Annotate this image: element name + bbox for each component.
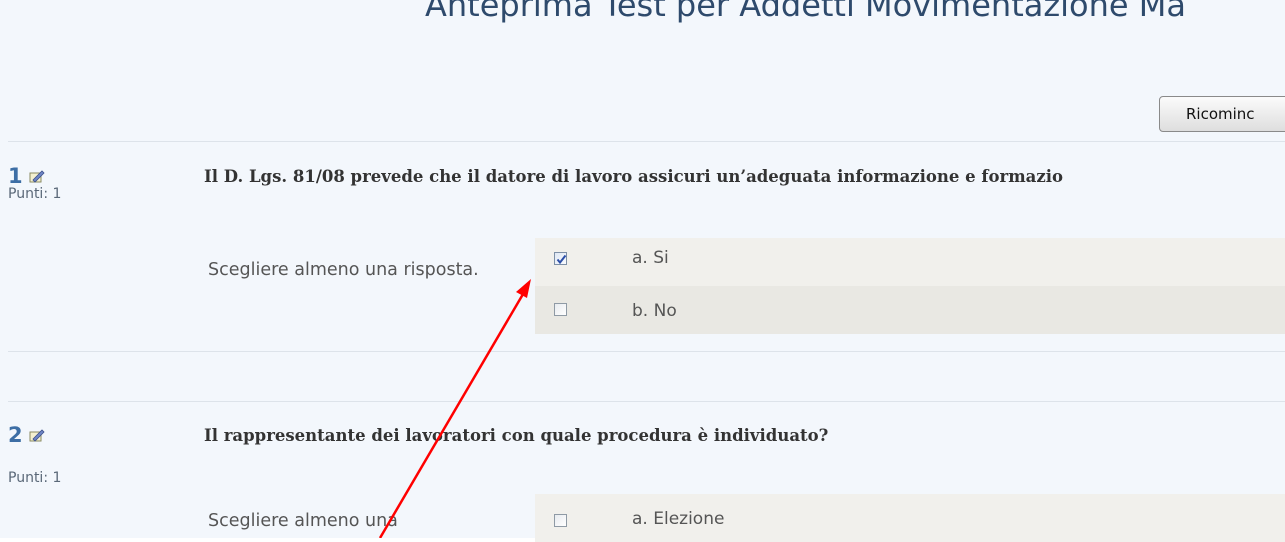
- annotation-arrow: [378, 279, 531, 538]
